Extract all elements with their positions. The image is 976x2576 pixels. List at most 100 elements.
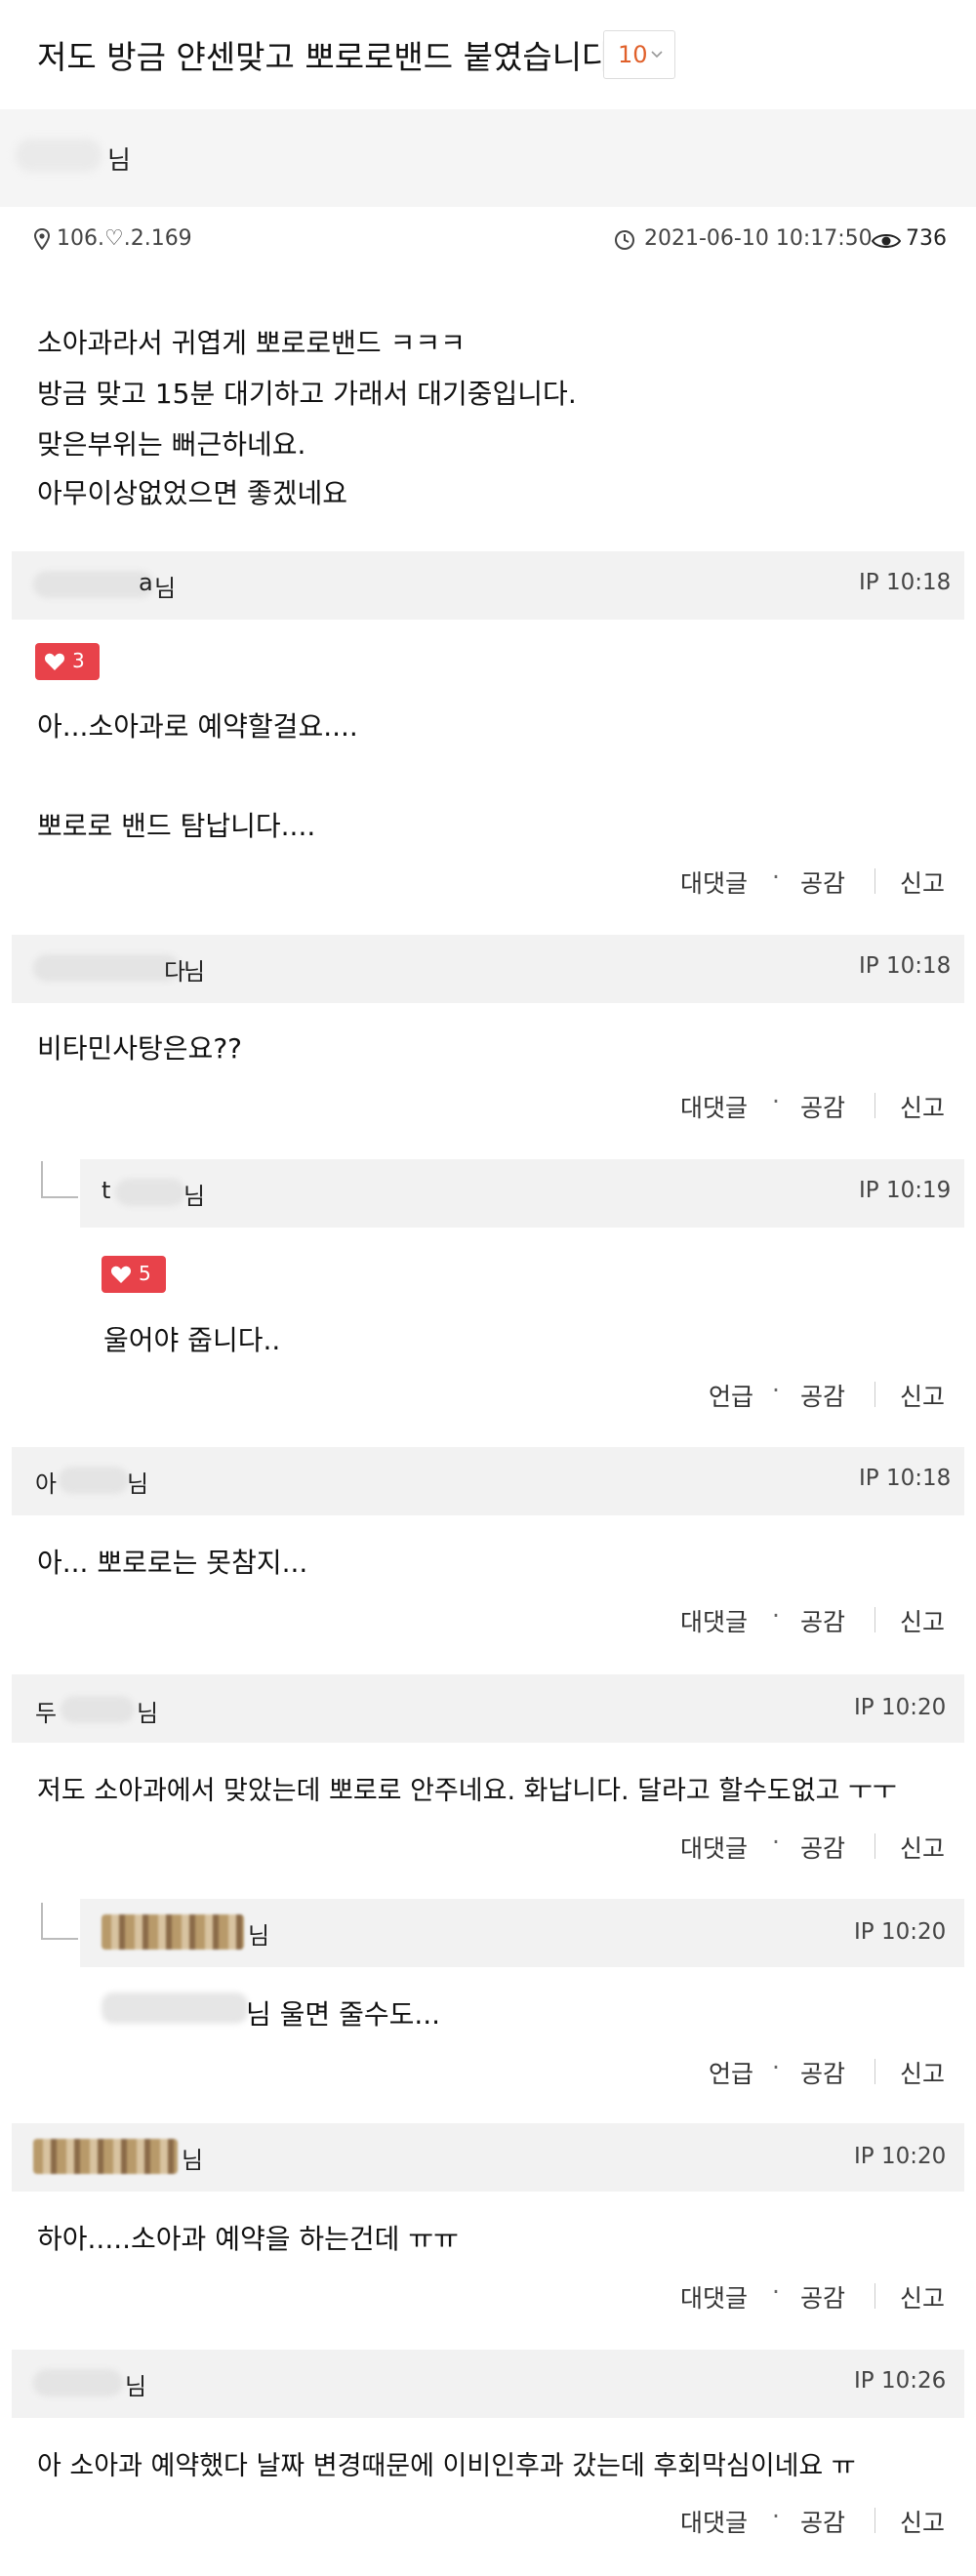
- action-dot: ·: [772, 1601, 780, 1630]
- clock-icon: [615, 230, 634, 250]
- reply-button[interactable]: 대댓글: [680, 1830, 748, 1865]
- commenter-name-fragment: 아: [35, 1470, 58, 1498]
- commenter-name-fragment: 다: [164, 958, 186, 986]
- action-separator: [874, 1833, 875, 1859]
- mention-button[interactable]: 언급: [709, 2055, 753, 2090]
- report-button[interactable]: 신고: [900, 2279, 945, 2314]
- comment-text-line: 아...소아과로 예약할걸요....: [37, 710, 358, 743]
- reply-button[interactable]: 대댓글: [680, 1603, 748, 1638]
- reply-indicator: [41, 1903, 78, 1940]
- post-body-line: 방금 맞고 15분 대기하고 가래서 대기중입니다.: [37, 378, 577, 410]
- commenter-name-redacted: [33, 2369, 123, 2396]
- like-badge[interactable]: 5: [102, 1256, 166, 1293]
- comment-count: 10: [618, 41, 648, 68]
- commenter-name-redacted: [61, 1696, 135, 1723]
- report-button[interactable]: 신고: [900, 865, 945, 900]
- comment-text-line: 아... 뽀로로는 못참지...: [37, 1547, 308, 1579]
- pin-icon: [33, 228, 51, 250]
- like-button[interactable]: 공감: [800, 1603, 845, 1638]
- chevron-down-icon: [651, 51, 663, 59]
- commenter-suffix: 님: [154, 575, 177, 602]
- like-button[interactable]: 공감: [800, 2279, 845, 2314]
- like-button[interactable]: 공감: [800, 1089, 845, 1124]
- commenter-suffix: 님: [183, 958, 206, 986]
- comment-header: [12, 1447, 964, 1515]
- commenter-name-redacted: [59, 1467, 129, 1494]
- comment-time: IP 10:18: [859, 570, 952, 595]
- mention-button[interactable]: 언급: [709, 1378, 753, 1413]
- view-count: 736: [906, 226, 947, 251]
- comment-text-line: 하아.....소아과 예약을 하는건데 ㅠㅠ: [37, 2223, 459, 2255]
- action-separator: [874, 1607, 875, 1632]
- author-suffix: 님: [107, 146, 131, 176]
- author-name-redacted: [16, 139, 102, 172]
- action-separator: [874, 1093, 875, 1118]
- action-dot: ·: [772, 1828, 780, 1856]
- commenter-name-image-redacted: [33, 2139, 178, 2174]
- post-title-bar: 저도 방금 얀센맞고 뽀로로밴드 붙였습니다. 10: [0, 0, 976, 107]
- post-body-line: 소아과라서 귀엽게 뽀로로밴드 ㅋㅋㅋ: [37, 327, 466, 359]
- like-button[interactable]: 공감: [800, 865, 845, 900]
- like-badge[interactable]: 3: [35, 643, 100, 680]
- post-ip: 106.♡.2.169: [57, 226, 192, 251]
- commenter-suffix: 님: [125, 2373, 147, 2400]
- action-separator: [874, 2283, 875, 2309]
- like-button[interactable]: 공감: [800, 2055, 845, 2090]
- comment-time: IP 10:19: [859, 1178, 952, 1203]
- like-count: 3: [72, 649, 85, 672]
- commenter-name-redacted: [115, 1179, 185, 1206]
- comment-count-dropdown[interactable]: 10: [603, 30, 675, 79]
- reply-header: [80, 1159, 964, 1228]
- commenter-suffix: 님: [183, 1183, 206, 1210]
- comment-header: [12, 2350, 964, 2418]
- like-button[interactable]: 공감: [800, 2504, 845, 2539]
- post-title: 저도 방금 얀센맞고 뽀로로밴드 붙였습니다.: [37, 38, 622, 76]
- commenter-name-fragment: t: [102, 1177, 111, 1204]
- comment-text-line: 뽀로로 밴드 탐납니다....: [37, 810, 316, 842]
- action-dot: ·: [772, 2277, 780, 2306]
- action-separator: [874, 1382, 875, 1407]
- commenter-name-fragment: a: [139, 569, 153, 596]
- comment-text-line: 아 소아과 예약했다 날짜 변경때문에 이비인후과 갔는데 후회막심이네요 ㅠ: [37, 2451, 856, 2481]
- report-button[interactable]: 신고: [900, 2055, 945, 2090]
- comment-time: IP 10:20: [854, 1919, 947, 1945]
- action-separator: [874, 2508, 875, 2533]
- action-dot: ·: [772, 2502, 780, 2530]
- action-dot: ·: [772, 1376, 780, 1404]
- commenter-suffix: 님: [127, 1470, 149, 1498]
- commenter-suffix: 님: [182, 2147, 204, 2174]
- mention-redacted: [102, 1992, 248, 2024]
- like-count: 5: [139, 1262, 151, 1285]
- action-dot: ·: [772, 2053, 780, 2081]
- reply-button[interactable]: 대댓글: [680, 2504, 748, 2539]
- like-button[interactable]: 공감: [800, 1378, 845, 1413]
- commenter-suffix: 님: [137, 1700, 159, 1727]
- commenter-name-redacted: [33, 954, 180, 982]
- commenter-name-fragment: 두: [35, 1700, 58, 1727]
- comment-text-line: 님 울면 줄수도...: [246, 1998, 441, 2031]
- reply-button[interactable]: 대댓글: [680, 1089, 748, 1124]
- post-body-line: 맞은부위는 뻐근하네요.: [37, 428, 306, 461]
- like-button[interactable]: 공감: [800, 1830, 845, 1865]
- post-body-line: 아무이상없었으면 좋겠네요: [37, 477, 348, 509]
- action-dot: ·: [772, 863, 780, 891]
- reply-indicator: [41, 1161, 78, 1198]
- action-dot: ·: [772, 1087, 780, 1115]
- reply-button[interactable]: 대댓글: [680, 2279, 748, 2314]
- report-button[interactable]: 신고: [900, 2504, 945, 2539]
- action-separator: [874, 868, 875, 894]
- reply-button[interactable]: 대댓글: [680, 865, 748, 900]
- report-button[interactable]: 신고: [900, 1603, 945, 1638]
- commenter-name-redacted: [33, 571, 154, 598]
- eye-icon: [872, 234, 901, 248]
- heart-icon: [44, 653, 65, 670]
- comment-time: IP 10:26: [854, 2368, 947, 2394]
- comment-time: IP 10:18: [859, 953, 952, 979]
- report-button[interactable]: 신고: [900, 1830, 945, 1865]
- heart-icon: [110, 1266, 132, 1283]
- report-button[interactable]: 신고: [900, 1378, 945, 1413]
- report-button[interactable]: 신고: [900, 1089, 945, 1124]
- commenter-name-image-redacted: [102, 1914, 244, 1950]
- action-separator: [874, 2059, 875, 2084]
- commenter-suffix: 님: [248, 1922, 270, 1950]
